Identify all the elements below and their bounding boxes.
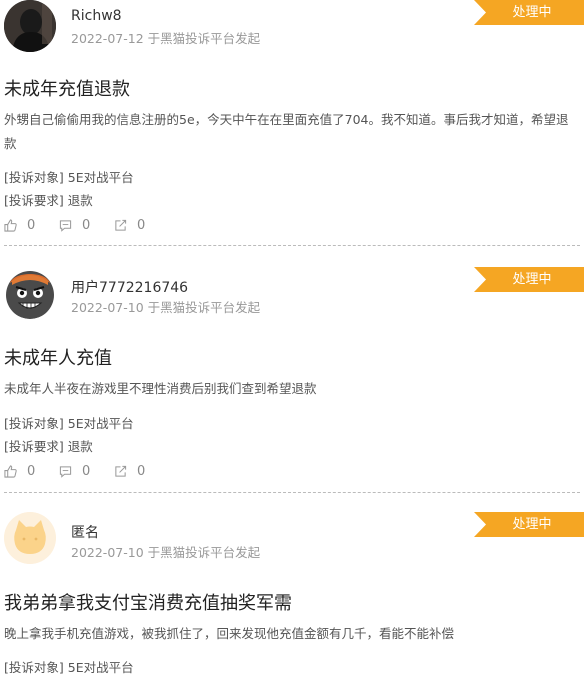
complaint-title[interactable]: 我弟弟拿我支付宝消费充值抽奖军需 <box>4 589 292 615</box>
target-label: [投诉对象] <box>4 660 64 675</box>
like-count: 0 <box>27 218 36 233</box>
complaint-title[interactable]: 未成年人充值 <box>4 344 112 370</box>
comment-button[interactable]: 0 <box>59 218 90 233</box>
comment-button[interactable]: 0 <box>59 464 90 479</box>
comment-icon <box>59 219 72 232</box>
avatar[interactable] <box>4 0 56 52</box>
like-button[interactable]: 0 <box>4 218 35 233</box>
demand-field: [投诉要求] 退款 <box>4 190 93 209</box>
complaint-card[interactable]: 用户7772216746 2022-07-10 于黑猫投诉平台发起 处理中 未成… <box>0 267 584 493</box>
submit-meta: 2022-07-10 于黑猫投诉平台发起 <box>71 545 261 560</box>
share-icon <box>114 219 127 232</box>
comment-count: 0 <box>82 218 91 233</box>
comment-count: 0 <box>82 464 91 479</box>
divider <box>4 492 580 493</box>
demand-value: 退款 <box>67 193 93 208</box>
username[interactable]: 用户7772216746 <box>71 277 188 297</box>
avatar[interactable] <box>4 267 56 319</box>
status-badge: 处理中 <box>474 267 584 292</box>
share-count: 0 <box>137 218 146 233</box>
submit-meta: 2022-07-10 于黑猫投诉平台发起 <box>71 300 261 315</box>
demand-label: [投诉要求] <box>4 439 64 454</box>
share-count: 0 <box>137 464 146 479</box>
target-label: [投诉对象] <box>4 416 64 431</box>
share-button[interactable]: 0 <box>114 464 145 479</box>
avatar[interactable] <box>4 512 56 564</box>
share-button[interactable]: 0 <box>114 218 145 233</box>
username[interactable]: Richw8 <box>71 8 122 24</box>
target-field: [投诉对象] 5E对战平台 <box>4 657 134 676</box>
submit-meta: 2022-07-12 于黑猫投诉平台发起 <box>71 31 261 46</box>
complaint-card[interactable]: 匿名 2022-07-10 于黑猫投诉平台发起 处理中 我弟弟拿我支付宝消费充值… <box>0 512 584 675</box>
demand-label: [投诉要求] <box>4 193 64 208</box>
target-value[interactable]: 5E对战平台 <box>68 170 134 185</box>
complaint-card[interactable]: Richw8 2022-07-12 于黑猫投诉平台发起 处理中 未成年充值退款 … <box>0 0 584 246</box>
thumbs-up-icon <box>4 465 17 478</box>
status-badge: 处理中 <box>474 512 584 537</box>
demand-value: 退款 <box>67 439 93 454</box>
target-label: [投诉对象] <box>4 170 64 185</box>
target-field: [投诉对象] 5E对战平台 <box>4 413 134 432</box>
like-count: 0 <box>27 464 36 479</box>
divider <box>4 245 580 246</box>
target-field: [投诉对象] 5E对战平台 <box>4 167 134 186</box>
target-value[interactable]: 5E对战平台 <box>68 416 134 431</box>
username[interactable]: 匿名 <box>71 522 99 542</box>
complaint-title[interactable]: 未成年充值退款 <box>4 75 130 101</box>
target-value[interactable]: 5E对战平台 <box>68 660 134 675</box>
complaint-description[interactable]: 外甥自己偷偷用我的信息注册的5e，今天中午在在里面充值了704。我不知道。事后我… <box>4 108 578 156</box>
like-button[interactable]: 0 <box>4 464 35 479</box>
complaint-description[interactable]: 未成年人半夜在游戏里不理性消费后别我们查到希望退款 <box>4 377 578 401</box>
demand-field: [投诉要求] 退款 <box>4 436 93 455</box>
complaint-description[interactable]: 晚上拿我手机充值游戏，被我抓住了，回来发现他充值金额有几千，看能不能补偿 <box>4 622 578 646</box>
status-badge: 处理中 <box>474 0 584 25</box>
share-icon <box>114 465 127 478</box>
thumbs-up-icon <box>4 219 17 232</box>
comment-icon <box>59 465 72 478</box>
